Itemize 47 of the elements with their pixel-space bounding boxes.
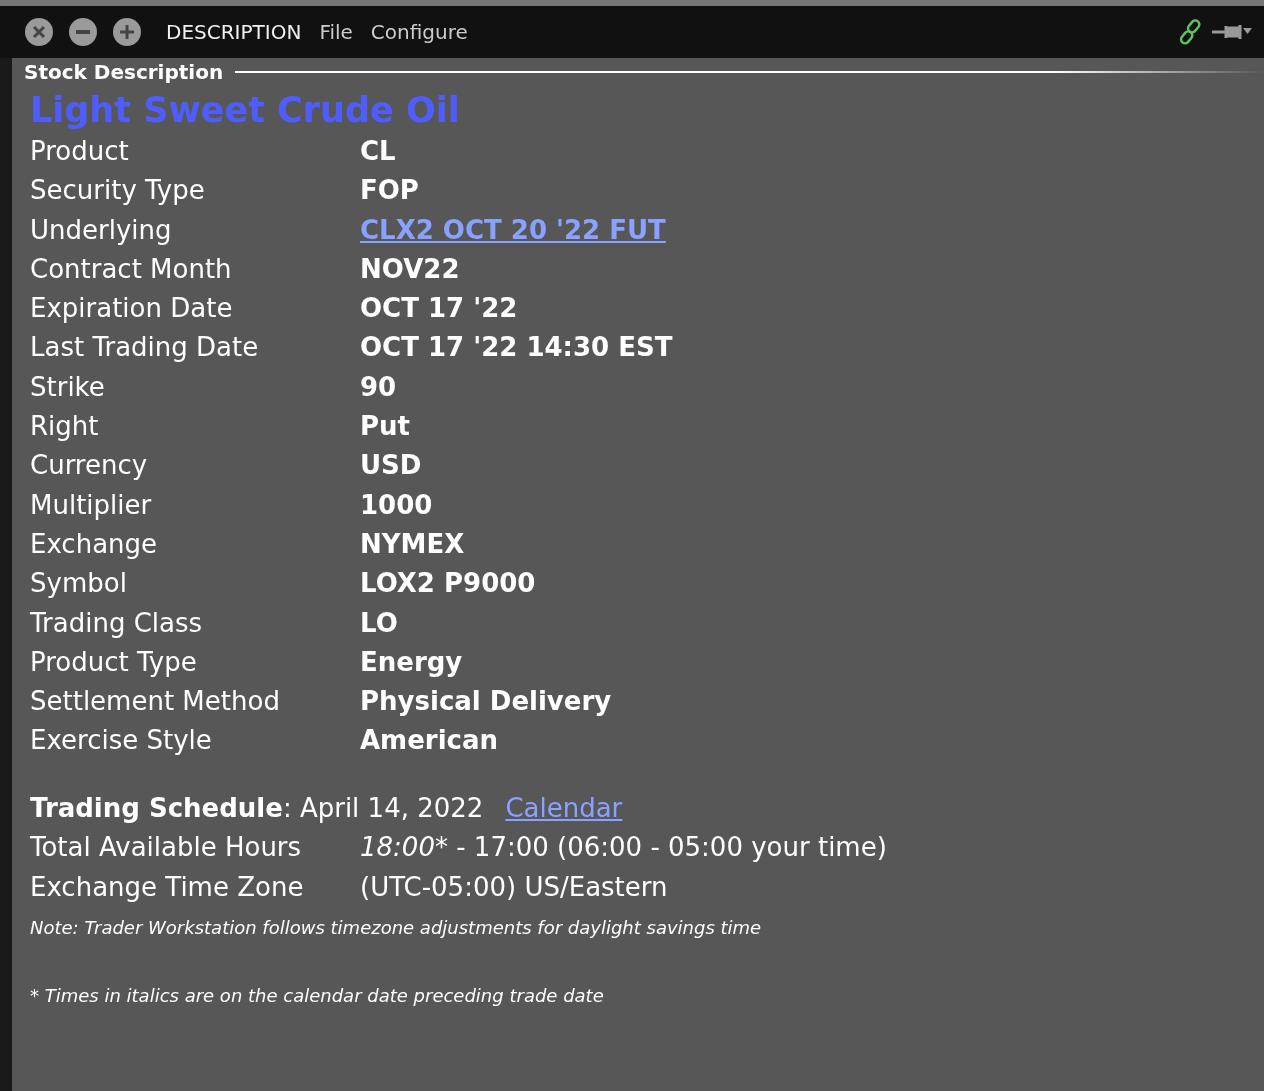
close-icon[interactable] <box>24 17 54 47</box>
field-label: Last Trading Date <box>30 331 260 365</box>
field-value: 1000 <box>360 488 434 522</box>
maximize-icon[interactable] <box>112 17 142 47</box>
schedule-date: Trading Schedule: April 14, 2022 <box>30 792 484 823</box>
field-value: 90 <box>360 370 398 404</box>
timezone-label: Exchange Time Zone <box>30 870 305 904</box>
field-value: USD <box>360 449 423 483</box>
field-value: OCT 17 '22 14:30 EST <box>360 331 673 365</box>
field-label: Trading Class <box>30 606 204 640</box>
field-value: Energy <box>360 645 464 679</box>
field-value: Put <box>360 410 411 444</box>
field-label: Settlement Method <box>30 685 281 719</box>
field-label: Exchange <box>30 527 159 561</box>
field-label: Exercise Style <box>30 724 213 758</box>
field-label: Right <box>30 410 100 444</box>
hours-label: Total Available Hours <box>30 831 303 865</box>
field-value: LOX2 P9000 <box>360 567 537 601</box>
note-text: Note: Trader Workstation follows timezone adjustments for daylight savings time <box>30 916 763 941</box>
menu-item[interactable]: File <box>319 20 353 44</box>
field-label: Symbol <box>30 567 128 601</box>
field-label: Multiplier <box>30 488 153 522</box>
field-label: Currency <box>30 449 149 483</box>
field-value: Physical Delivery <box>360 685 613 719</box>
minimize-icon[interactable] <box>68 17 98 47</box>
field-label: Contract Month <box>30 252 233 286</box>
field-label: Security Type <box>30 174 206 208</box>
field-value: American <box>360 724 500 758</box>
field-label: Product <box>30 135 130 168</box>
field-value: FOP <box>360 174 420 208</box>
instrument-title: Light Sweet Crude Oil <box>30 89 461 132</box>
field-label: Expiration Date <box>30 292 234 326</box>
field-value: NOV22 <box>360 252 461 286</box>
pin-icon[interactable] <box>1212 22 1252 42</box>
field-value: LO <box>360 606 399 640</box>
field-label: Underlying <box>30 213 173 247</box>
field-value: NYMEX <box>360 527 466 561</box>
hours-value: 18:00* - 17:00 (06:00 - 05:00 your time) <box>360 832 887 863</box>
footnote-text: * Times in italics are on the calendar date preceding trade date <box>30 984 605 1009</box>
timezone-value: (UTC-05:00) US/Eastern <box>360 871 668 902</box>
window-title: DESCRIPTION <box>166 20 302 44</box>
menu-item[interactable]: Configure <box>370 20 468 44</box>
section-title: Stock Description <box>24 60 224 84</box>
field-value: OCT 17 '22 <box>360 292 519 326</box>
field-value: CL <box>360 135 397 168</box>
field-label: Product Type <box>30 645 198 679</box>
field-label: Strike <box>30 370 106 404</box>
